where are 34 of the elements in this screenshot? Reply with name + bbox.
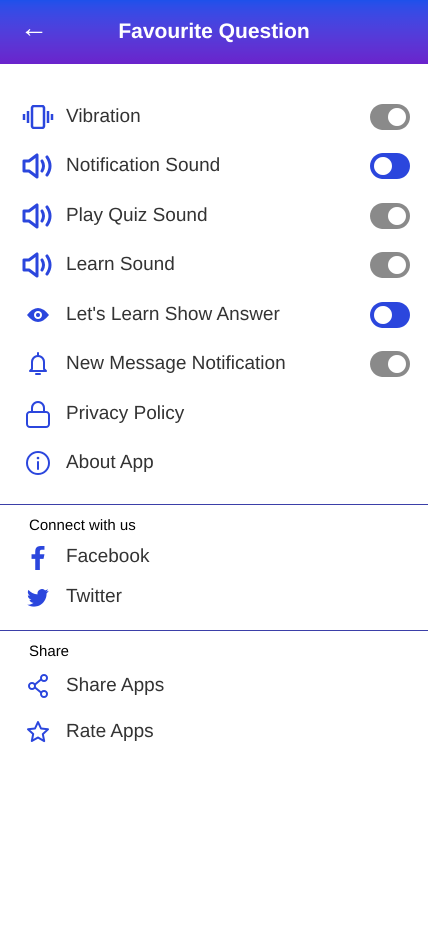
- bird-icon: [27, 588, 49, 606]
- menu-item-label[interactable]: Facebook: [66, 543, 410, 572]
- menu-item-label[interactable]: Notification Sound: [66, 152, 370, 180]
- section-heading: Connect with us: [28, 516, 137, 536]
- toggle-switch[interactable]: [370, 252, 410, 278]
- lock-icon: [25, 398, 51, 429]
- speaker-icon: [22, 251, 54, 280]
- menu-item-label[interactable]: New Message Notification: [66, 350, 370, 378]
- menu-item-label[interactable]: Vibration: [66, 102, 370, 131]
- speaker-icon: [22, 202, 54, 230]
- menu-item-label[interactable]: Twitter: [66, 583, 410, 612]
- speaker-icon: [22, 152, 54, 180]
- menu-item-label[interactable]: Learn Sound: [66, 251, 370, 280]
- toggle-switch[interactable]: [370, 153, 410, 180]
- back-button[interactable]: ←: [20, 14, 48, 42]
- share-icon: [27, 674, 49, 698]
- star-icon: [26, 720, 50, 744]
- menu-item-label[interactable]: Play Quiz Sound: [66, 202, 370, 230]
- section-heading: Share: [28, 642, 70, 662]
- menu-item-label[interactable]: About App: [66, 449, 410, 478]
- info-icon: [25, 450, 51, 476]
- menu-item-label[interactable]: Share Apps: [66, 672, 410, 700]
- toggle-switch[interactable]: [370, 202, 410, 229]
- toggle-switch[interactable]: [370, 302, 410, 328]
- bell-icon: [26, 351, 50, 378]
- facebook-icon: [31, 546, 45, 570]
- menu-item-label[interactable]: Let's Learn Show Answer: [66, 300, 370, 329]
- vibration-icon: [22, 104, 54, 129]
- eye-icon: [26, 306, 50, 323]
- toggle-switch[interactable]: [370, 351, 410, 378]
- menu-item-label[interactable]: Rate Apps: [66, 718, 410, 746]
- toggle-switch[interactable]: [370, 104, 410, 130]
- page-title: Favourite Question: [118, 19, 310, 46]
- menu-item-label[interactable]: Privacy Policy: [66, 400, 410, 428]
